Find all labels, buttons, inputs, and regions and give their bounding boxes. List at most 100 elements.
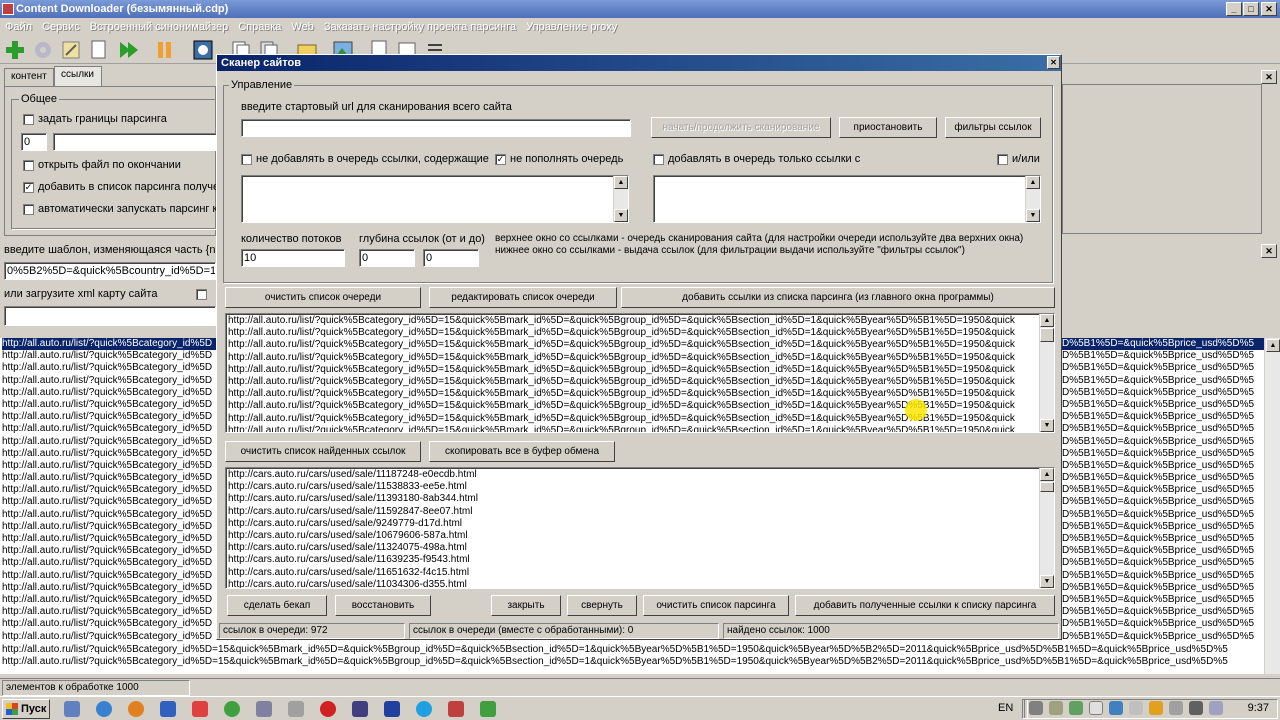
start-scan-button[interactable]: начать/продолжить сканирование bbox=[651, 117, 831, 138]
table-row[interactable]: http://all.auto.ru/list/?quick%5Bcategor… bbox=[2, 484, 216, 496]
list-item[interactable]: http://cars.auto.ru/cars/used/sale/11393… bbox=[228, 493, 1036, 505]
parse-list-scrollbar[interactable]: ▲ bbox=[1264, 338, 1280, 674]
menu-service[interactable]: Сервис bbox=[37, 21, 85, 33]
table-row[interactable]: http://all.auto.ru/list/?quick%5Bcategor… bbox=[2, 496, 216, 508]
tray-icon-5[interactable] bbox=[1149, 701, 1163, 715]
list-item[interactable]: http://all.auto.ru/list/?quick%5Bcategor… bbox=[228, 339, 1036, 351]
table-row[interactable]: http://all.auto.ru/list/?quick%5Bcategor… bbox=[2, 460, 216, 472]
list-item[interactable]: http://cars.auto.ru/cars/used/sale/11592… bbox=[228, 506, 1036, 518]
menu-proxy[interactable]: Управление proxy bbox=[521, 21, 622, 33]
play-icon[interactable] bbox=[118, 39, 140, 61]
firefox-icon[interactable] bbox=[128, 701, 144, 717]
table-row[interactable]: D%5B1%5D=&quick%5Bprice_usd%5D%5 bbox=[1062, 399, 1264, 411]
tray-icon-7[interactable] bbox=[1209, 701, 1223, 715]
app-icon-3[interactable] bbox=[288, 701, 304, 717]
template-input[interactable]: 0%5B2%5D=&quick%5Bcountry_id%5D=1& bbox=[4, 262, 216, 280]
start-url-input[interactable] bbox=[241, 119, 631, 137]
table-row[interactable]: http://all.auto.ru/list/?quick%5Bcategor… bbox=[2, 644, 1264, 656]
checkbox-checked[interactable]: ✓ bbox=[495, 153, 506, 165]
table-row[interactable]: D%5B1%5D=&quick%5Bprice_usd%5D%5 bbox=[1062, 362, 1264, 374]
chat-icon[interactable] bbox=[1089, 701, 1103, 715]
scroll-down-icon[interactable]: ▼ bbox=[1040, 419, 1054, 432]
checkbox[interactable] bbox=[23, 159, 34, 171]
ie-icon[interactable] bbox=[96, 701, 112, 717]
scroll-up-icon[interactable]: ▲ bbox=[1026, 176, 1040, 189]
table-row[interactable]: http://all.auto.ru/list/?quick%5Bcategor… bbox=[2, 521, 216, 533]
bounds-input[interactable]: 0 bbox=[21, 133, 47, 151]
minimize-button[interactable]: _ bbox=[1226, 2, 1242, 16]
table-row[interactable]: http://all.auto.ru/list/?quick%5Bcategor… bbox=[2, 582, 216, 594]
pause-button[interactable]: приостановить bbox=[839, 117, 937, 138]
document-icon[interactable] bbox=[88, 39, 110, 61]
include-textarea[interactable]: ▲ ▼ bbox=[653, 175, 1041, 223]
checkbox[interactable] bbox=[23, 113, 34, 125]
cb-no-add[interactable]: не добавлять в очередь ссылки, содержащи… bbox=[241, 153, 489, 165]
close-icon[interactable]: ✕ bbox=[1261, 2, 1277, 16]
backup-button[interactable]: сделать бекап bbox=[227, 595, 327, 616]
table-row[interactable]: D%5B1%5D=&quick%5Bprice_usd%5D%5 bbox=[1062, 460, 1264, 472]
cb-add-to-list[interactable]: ✓ добавить в список парсинга получен bbox=[23, 181, 225, 193]
scroll-down-icon[interactable]: ▼ bbox=[1026, 209, 1040, 222]
list-item[interactable]: http://cars.auto.ru/cars/used/sale/11651… bbox=[228, 567, 1036, 579]
table-row[interactable]: http://all.auto.ru/list/?quick%5Bcategor… bbox=[2, 533, 216, 545]
list-item[interactable]: http://all.auto.ru/list/?quick%5Bcategor… bbox=[228, 327, 1036, 339]
menu-web[interactable]: Web bbox=[286, 21, 318, 33]
app-icon-2[interactable] bbox=[256, 701, 272, 717]
table-row[interactable]: D%5B1%5D=&quick%5Bprice_usd%5D%5 bbox=[1062, 533, 1264, 545]
chrome-icon[interactable] bbox=[224, 701, 240, 717]
cb-open-file[interactable]: открыть файл по окончании bbox=[23, 159, 181, 171]
skype-icon[interactable] bbox=[416, 701, 432, 717]
list-item[interactable]: http://cars.auto.ru/cars/used/sale/11324… bbox=[228, 542, 1036, 554]
copy-all-button[interactable]: скопировать все в буфер обмена bbox=[429, 441, 615, 462]
table-row[interactable]: http://all.auto.ru/list/?quick%5Bcategor… bbox=[2, 387, 216, 399]
table-row[interactable]: http://all.auto.ru/list/?quick%5Bcategor… bbox=[2, 472, 216, 484]
list-item[interactable]: http://cars.auto.ru/cars/used/sale/11639… bbox=[228, 554, 1036, 566]
opera-icon[interactable] bbox=[320, 701, 336, 717]
scroll-up-icon[interactable]: ▲ bbox=[614, 176, 628, 189]
menu-file[interactable]: Файл bbox=[0, 21, 37, 33]
link-filters-button[interactable]: фильтры ссылок bbox=[945, 117, 1041, 138]
exclude-scrollbar[interactable]: ▲ ▼ bbox=[613, 176, 628, 222]
table-row[interactable]: http://all.auto.ru/list/?quick%5Bcategor… bbox=[2, 375, 216, 387]
list-item[interactable]: http://all.auto.ru/list/?quick%5Bcategor… bbox=[228, 376, 1036, 388]
table-row[interactable]: http://all.auto.ru/list/?quick%5Bcategor… bbox=[2, 423, 216, 435]
checkbox[interactable] bbox=[23, 203, 34, 215]
menu-synonymizer[interactable]: Встроенный синонимайзер bbox=[85, 21, 234, 33]
start-button[interactable]: Пуск bbox=[2, 699, 50, 719]
scroll-up-icon[interactable]: ▲ bbox=[1266, 339, 1280, 352]
found-list[interactable]: http://cars.auto.ru/cars/used/sale/11187… bbox=[225, 467, 1055, 589]
edit-icon[interactable] bbox=[60, 39, 82, 61]
table-row[interactable]: D%5B1%5D=&quick%5Bprice_usd%5D%5 bbox=[1062, 509, 1264, 521]
table-row[interactable]: D%5B1%5D=&quick%5Bprice_usd%5D%5 bbox=[1062, 411, 1264, 423]
dialog-close-icon[interactable]: ✕ bbox=[1047, 56, 1060, 69]
add-from-parse-list-button[interactable]: добавить ссылки из списка парсинга (из г… bbox=[621, 287, 1055, 308]
save-icon[interactable] bbox=[384, 701, 400, 717]
pause-icon[interactable] bbox=[154, 39, 176, 61]
app-icon-4[interactable] bbox=[448, 701, 464, 717]
depth-from-input[interactable]: 0 bbox=[359, 249, 415, 267]
table-row[interactable]: D%5B1%5D=&quick%5Bprice_usd%5D%5 bbox=[1062, 436, 1264, 448]
xml-input[interactable] bbox=[4, 306, 216, 326]
menu-help[interactable]: Справка bbox=[233, 21, 286, 33]
downloader-icon[interactable] bbox=[352, 701, 368, 717]
list-item[interactable]: http://all.auto.ru/list/?quick%5Bcategor… bbox=[228, 425, 1036, 432]
bounds-input-2[interactable] bbox=[53, 133, 219, 151]
table-row[interactable]: D%5B1%5D=&quick%5Bprice_usd%5D%5 bbox=[1062, 570, 1264, 582]
tray-icon-6[interactable] bbox=[1169, 701, 1183, 715]
cb-only-add[interactable]: добавлять в очередь только ссылки с bbox=[653, 153, 860, 165]
table-row[interactable]: http://all.auto.ru/list/?quick%5Bcategor… bbox=[2, 411, 216, 423]
app-icon-5[interactable] bbox=[480, 701, 496, 717]
list-item[interactable]: http://cars.auto.ru/cars/used/sale/11187… bbox=[228, 469, 1036, 481]
table-row[interactable]: http://all.auto.ru/list/?quick%5Bcategor… bbox=[2, 362, 216, 374]
table-row[interactable]: http://all.auto.ru/list/?quick%5Bcategor… bbox=[2, 436, 216, 448]
menu-order[interactable]: Заказать настройку проекта парсинга bbox=[319, 21, 521, 33]
list-item[interactable]: http://all.auto.ru/list/?quick%5Bcategor… bbox=[228, 352, 1036, 364]
volume-icon[interactable] bbox=[1189, 701, 1203, 715]
minimize-dialog-button[interactable]: свернуть bbox=[567, 595, 637, 616]
exclude-textarea[interactable]: ▲ ▼ bbox=[241, 175, 629, 223]
tab-content[interactable]: контент bbox=[4, 68, 54, 86]
scanner-icon[interactable] bbox=[192, 39, 214, 61]
tab-links[interactable]: ссылки bbox=[54, 66, 102, 86]
add-icon[interactable] bbox=[4, 39, 26, 61]
table-row[interactable]: http://all.auto.ru/list/?quick%5Bcategor… bbox=[2, 399, 216, 411]
